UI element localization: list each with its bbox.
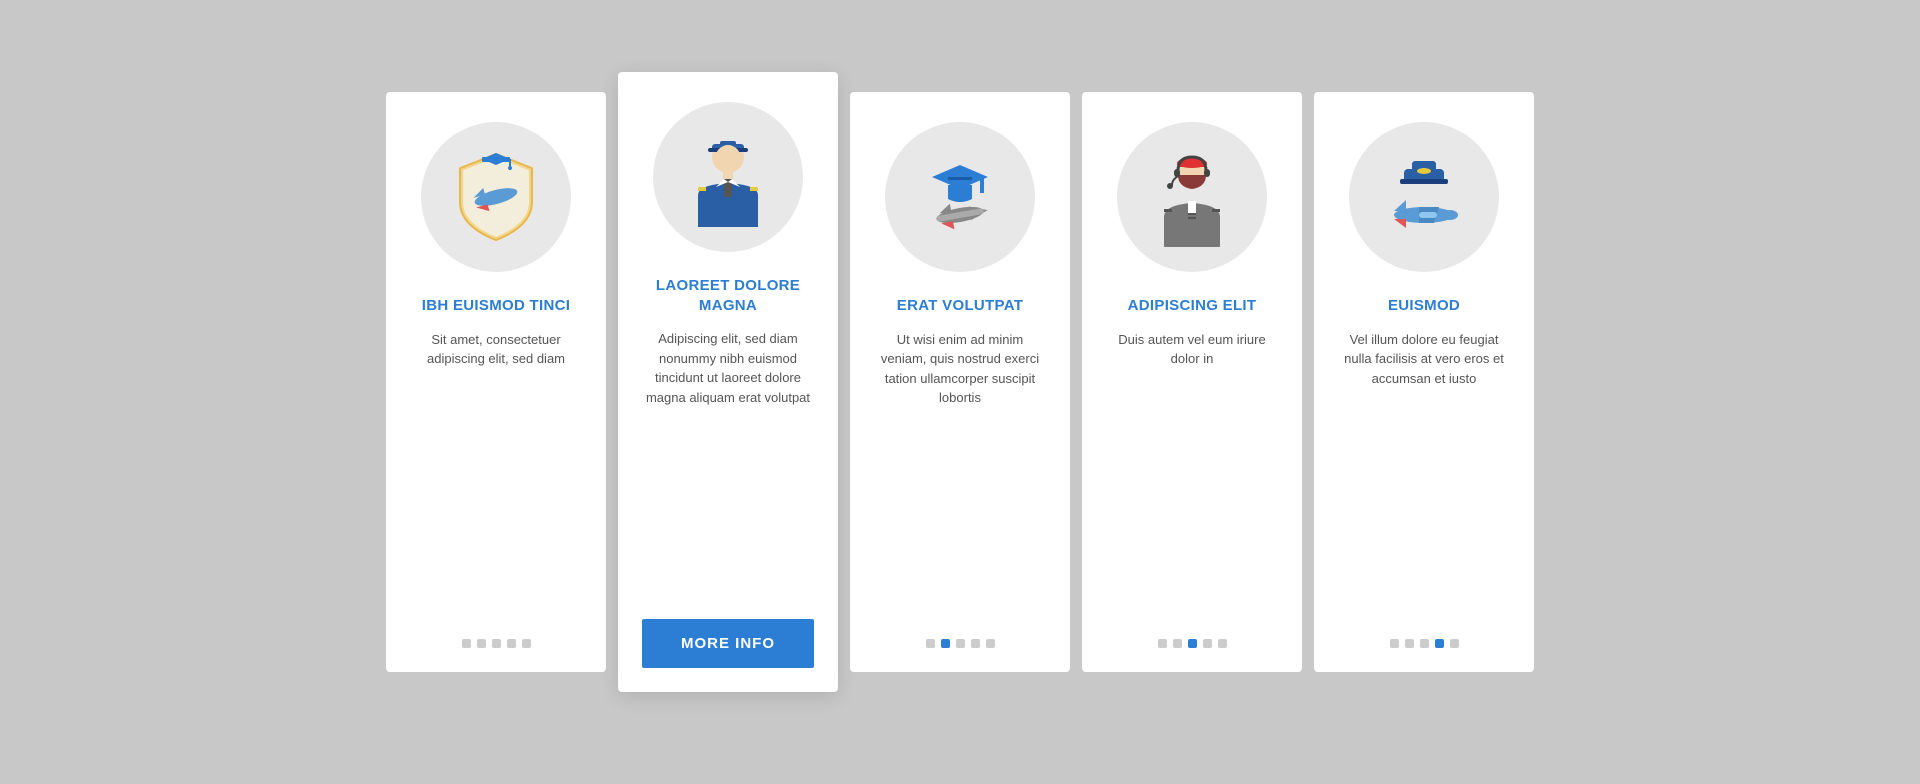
card-1-dots [462,639,531,648]
dot-5 [522,639,531,648]
dot-5 [1450,639,1459,648]
card-2-desc: Adipiscing elit, sed diam nonummy nibh e… [642,329,814,595]
dot-5 [986,639,995,648]
card-2-icon-circle [653,102,803,252]
card-5-desc: Vel illum dolore eu feugiat nulla facili… [1338,330,1510,616]
dot-5 [1218,639,1227,648]
shield-aviation-icon [446,147,546,247]
pilot-person-icon [678,127,778,227]
dot-4 [1435,639,1444,648]
card-3-dots [926,639,995,648]
captain-aviation-icon [1374,147,1474,247]
card-4-desc: Duis autem vel eum iriure dolor in [1106,330,1278,616]
dot-1 [1390,639,1399,648]
card-3-icon-circle [885,122,1035,272]
dot-3 [1420,639,1429,648]
dot-2 [941,639,950,648]
dot-4 [1203,639,1212,648]
card-3: ERAT VOLUTPAT Ut wisi enim ad minim veni… [850,92,1070,672]
dot-4 [507,639,516,648]
card-1-title: IBH EUISMOD TINCI [422,296,570,316]
flight-attendant-icon [1142,147,1242,247]
card-4: ADIPISCING ELIT Duis autem vel eum iriur… [1082,92,1302,672]
dot-3 [492,639,501,648]
dot-3 [956,639,965,648]
card-1-desc: Sit amet, consectetuer adipiscing elit, … [410,330,582,616]
aviation-education-icon [910,147,1010,247]
card-3-desc: Ut wisi enim ad minim veniam, quis nostr… [874,330,1046,616]
card-1: IBH EUISMOD TINCI Sit amet, consectetuer… [386,92,606,672]
dot-3 [1188,639,1197,648]
dot-1 [1158,639,1167,648]
more-info-button[interactable]: MORE INFO [642,619,814,668]
card-5-icon-circle [1349,122,1499,272]
card-5-dots [1390,639,1459,648]
card-3-title: ERAT VOLUTPAT [897,296,1023,316]
card-4-icon-circle [1117,122,1267,272]
dot-1 [926,639,935,648]
dot-2 [1405,639,1414,648]
card-4-dots [1158,639,1227,648]
card-4-title: ADIPISCING ELIT [1128,296,1257,316]
card-1-icon-circle [421,122,571,272]
card-2: LAOREET DOLORE MAGNA Adipiscing elit, se… [618,72,838,692]
dot-1 [462,639,471,648]
cards-container: IBH EUISMOD TINCI Sit amet, consectetuer… [356,52,1564,732]
dot-2 [1173,639,1182,648]
card-2-title: LAOREET DOLORE MAGNA [642,276,814,315]
dot-4 [971,639,980,648]
card-5-title: EUISMOD [1388,296,1460,316]
card-5: EUISMOD Vel illum dolore eu feugiat null… [1314,92,1534,672]
dot-2 [477,639,486,648]
